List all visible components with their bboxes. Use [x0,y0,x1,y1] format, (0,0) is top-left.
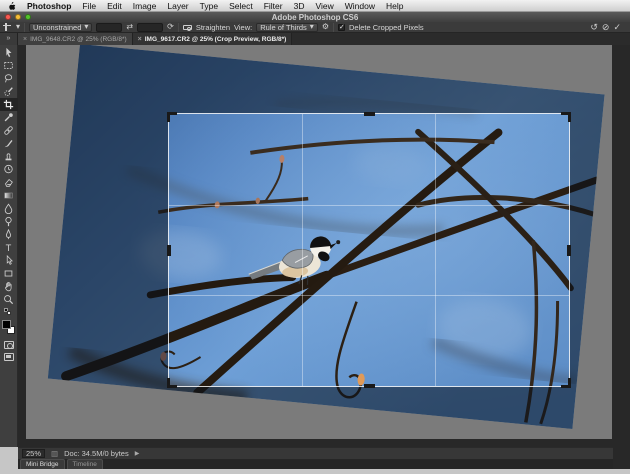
shape-tool[interactable] [0,267,18,280]
crop-handle-top-left[interactable] [167,112,177,122]
menu-item-3d[interactable]: 3D [294,1,305,11]
eraser-tool[interactable] [0,176,18,189]
aspect-ratio-dropdown[interactable]: Unconstrained ▾ [29,22,93,32]
window-title-bar: Adobe Photoshop CS6 [0,12,630,22]
tab-label: IMG_9617.CR2 @ 25% (Crop Preview, RGB/8*… [144,35,287,43]
gradient-tool[interactable] [0,189,18,202]
menu-item-filter[interactable]: Filter [264,1,283,11]
foreground-color-swatch[interactable] [1,320,11,329]
menu-item-window[interactable]: Window [345,1,375,11]
crop-handle-right[interactable] [567,245,571,256]
document-size-info: Doc: 34.5M/0 bytes [64,449,129,458]
path-selection-tool[interactable] [0,254,18,267]
mac-menu-bar: Photoshop File Edit Image Layer Type Sel… [0,0,630,12]
document-canvas[interactable] [26,45,612,439]
history-brush-tool[interactable] [0,163,18,176]
menu-item-select[interactable]: Select [229,1,253,11]
tools-panel: T [0,45,18,447]
marquee-tool[interactable] [0,59,18,72]
menu-item-type[interactable]: Type [200,1,218,11]
view-label: View: [234,22,253,32]
foreground-background-swatches[interactable] [0,319,18,337]
thirds-grid-horizontal-2 [169,295,569,297]
crop-width-input[interactable] [96,22,123,32]
photoshop-window: Photoshop File Edit Image Layer Type Sel… [0,0,630,474]
tab-doc-img9648[interactable]: × IMG_9648.CR2 @ 25% (RGB/8*) [18,33,133,45]
eyedropper-tool[interactable] [0,111,18,124]
quick-mask-mode-icon[interactable] [3,341,14,349]
straighten-button[interactable]: Straighten [196,23,230,32]
status-divider-icon: ▥ [51,449,59,458]
status-options-arrow-icon[interactable]: ▶ [135,450,140,457]
zoom-level-field[interactable]: 25% [22,449,46,458]
window-frame-bottom [0,469,630,474]
bottom-panel-bar: Mini Bridge Timeline [18,459,613,469]
quick-selection-tool[interactable] [0,85,18,98]
delete-cropped-pixels-checkbox[interactable]: ✓ [337,23,345,31]
aspect-ratio-value: Unconstrained [33,22,82,32]
close-icon[interactable]: × [138,36,142,43]
window-title: Adobe Photoshop CS6 [271,12,359,22]
overlay-value: Rule of Thirds [260,22,307,32]
crop-tool-preset-icon[interactable] [3,22,12,32]
straighten-icon [182,24,192,31]
screen-mode-icon[interactable] [3,353,14,361]
toolbar-collapse-icon[interactable]: » [0,33,18,45]
menu-item-layer[interactable]: Layer [167,1,188,11]
window-frame-corner [0,447,18,469]
tab-doc-img9617[interactable]: × IMG_9617.CR2 @ 25% (Crop Preview, RGB/… [132,33,293,45]
crop-settings-gear-icon[interactable]: ⚙ [322,23,329,31]
menu-item-view[interactable]: View [315,1,333,11]
rotate-crop-box-icon[interactable]: ⟳ [167,23,174,31]
thirds-grid-vertical-2 [435,114,437,386]
status-bar: 25% ▥ Doc: 34.5M/0 bytes ▶ [18,447,613,459]
mini-bridge-panel-tab[interactable]: Mini Bridge [20,459,65,469]
type-tool[interactable]: T [0,241,18,254]
crop-handle-bottom[interactable] [364,384,375,388]
chevron-down-icon: ▾ [309,22,314,31]
crop-bounding-box[interactable] [167,112,571,388]
chevron-down-icon: ▾ [84,22,89,31]
brush-tool[interactable] [0,137,18,150]
lasso-tool[interactable] [0,72,18,85]
crop-tool[interactable] [0,98,18,111]
overlay-options-dropdown[interactable]: Rule of Thirds ▾ [256,22,318,32]
commit-crop-icon[interactable]: ✓ [613,22,621,32]
default-colors-icon[interactable] [3,308,14,316]
reset-crop-icon[interactable]: ↺ [590,22,598,32]
dodge-tool[interactable] [0,215,18,228]
swap-dimensions-icon[interactable]: ⇄ [126,23,133,31]
tool-preset-dropdown-icon[interactable]: ▾ [16,23,20,31]
thirds-grid-vertical-1 [302,114,304,386]
menu-item-edit[interactable]: Edit [107,1,122,11]
crop-handle-bottom-right[interactable] [561,378,571,388]
timeline-panel-tab[interactable]: Timeline [66,459,103,469]
apple-menu-icon[interactable] [7,1,16,10]
delete-cropped-pixels-label: Delete Cropped Pixels [348,22,424,32]
menu-item-file[interactable]: File [82,1,96,11]
svg-text:T: T [6,243,12,253]
document-tab-bar: » × IMG_9648.CR2 @ 25% (RGB/8*) × IMG_96… [0,33,630,45]
move-tool[interactable] [0,46,18,59]
crop-height-input[interactable] [137,22,164,32]
tab-label: IMG_9648.CR2 @ 25% (RGB/8*) [30,35,127,43]
clone-stamp-tool[interactable] [0,150,18,163]
menu-item-image[interactable]: Image [133,1,157,11]
menu-item-photoshop[interactable]: Photoshop [27,1,71,11]
cancel-crop-icon[interactable]: ⊘ [602,22,610,32]
hand-tool[interactable] [0,280,18,293]
crop-options-bar: ▾ Unconstrained ▾ ⇄ ⟳ Straighten View: R… [0,22,630,33]
crop-handle-top[interactable] [364,112,375,116]
crop-handle-left[interactable] [167,245,171,256]
pen-tool[interactable] [0,228,18,241]
crop-handle-top-right[interactable] [561,112,571,122]
blur-tool[interactable] [0,202,18,215]
crop-handle-bottom-left[interactable] [167,378,177,388]
zoom-tool[interactable] [0,293,18,306]
close-icon[interactable]: × [23,36,27,43]
menu-item-help[interactable]: Help [386,1,403,11]
healing-brush-tool[interactable] [0,124,18,137]
thirds-grid-horizontal-1 [169,204,569,206]
